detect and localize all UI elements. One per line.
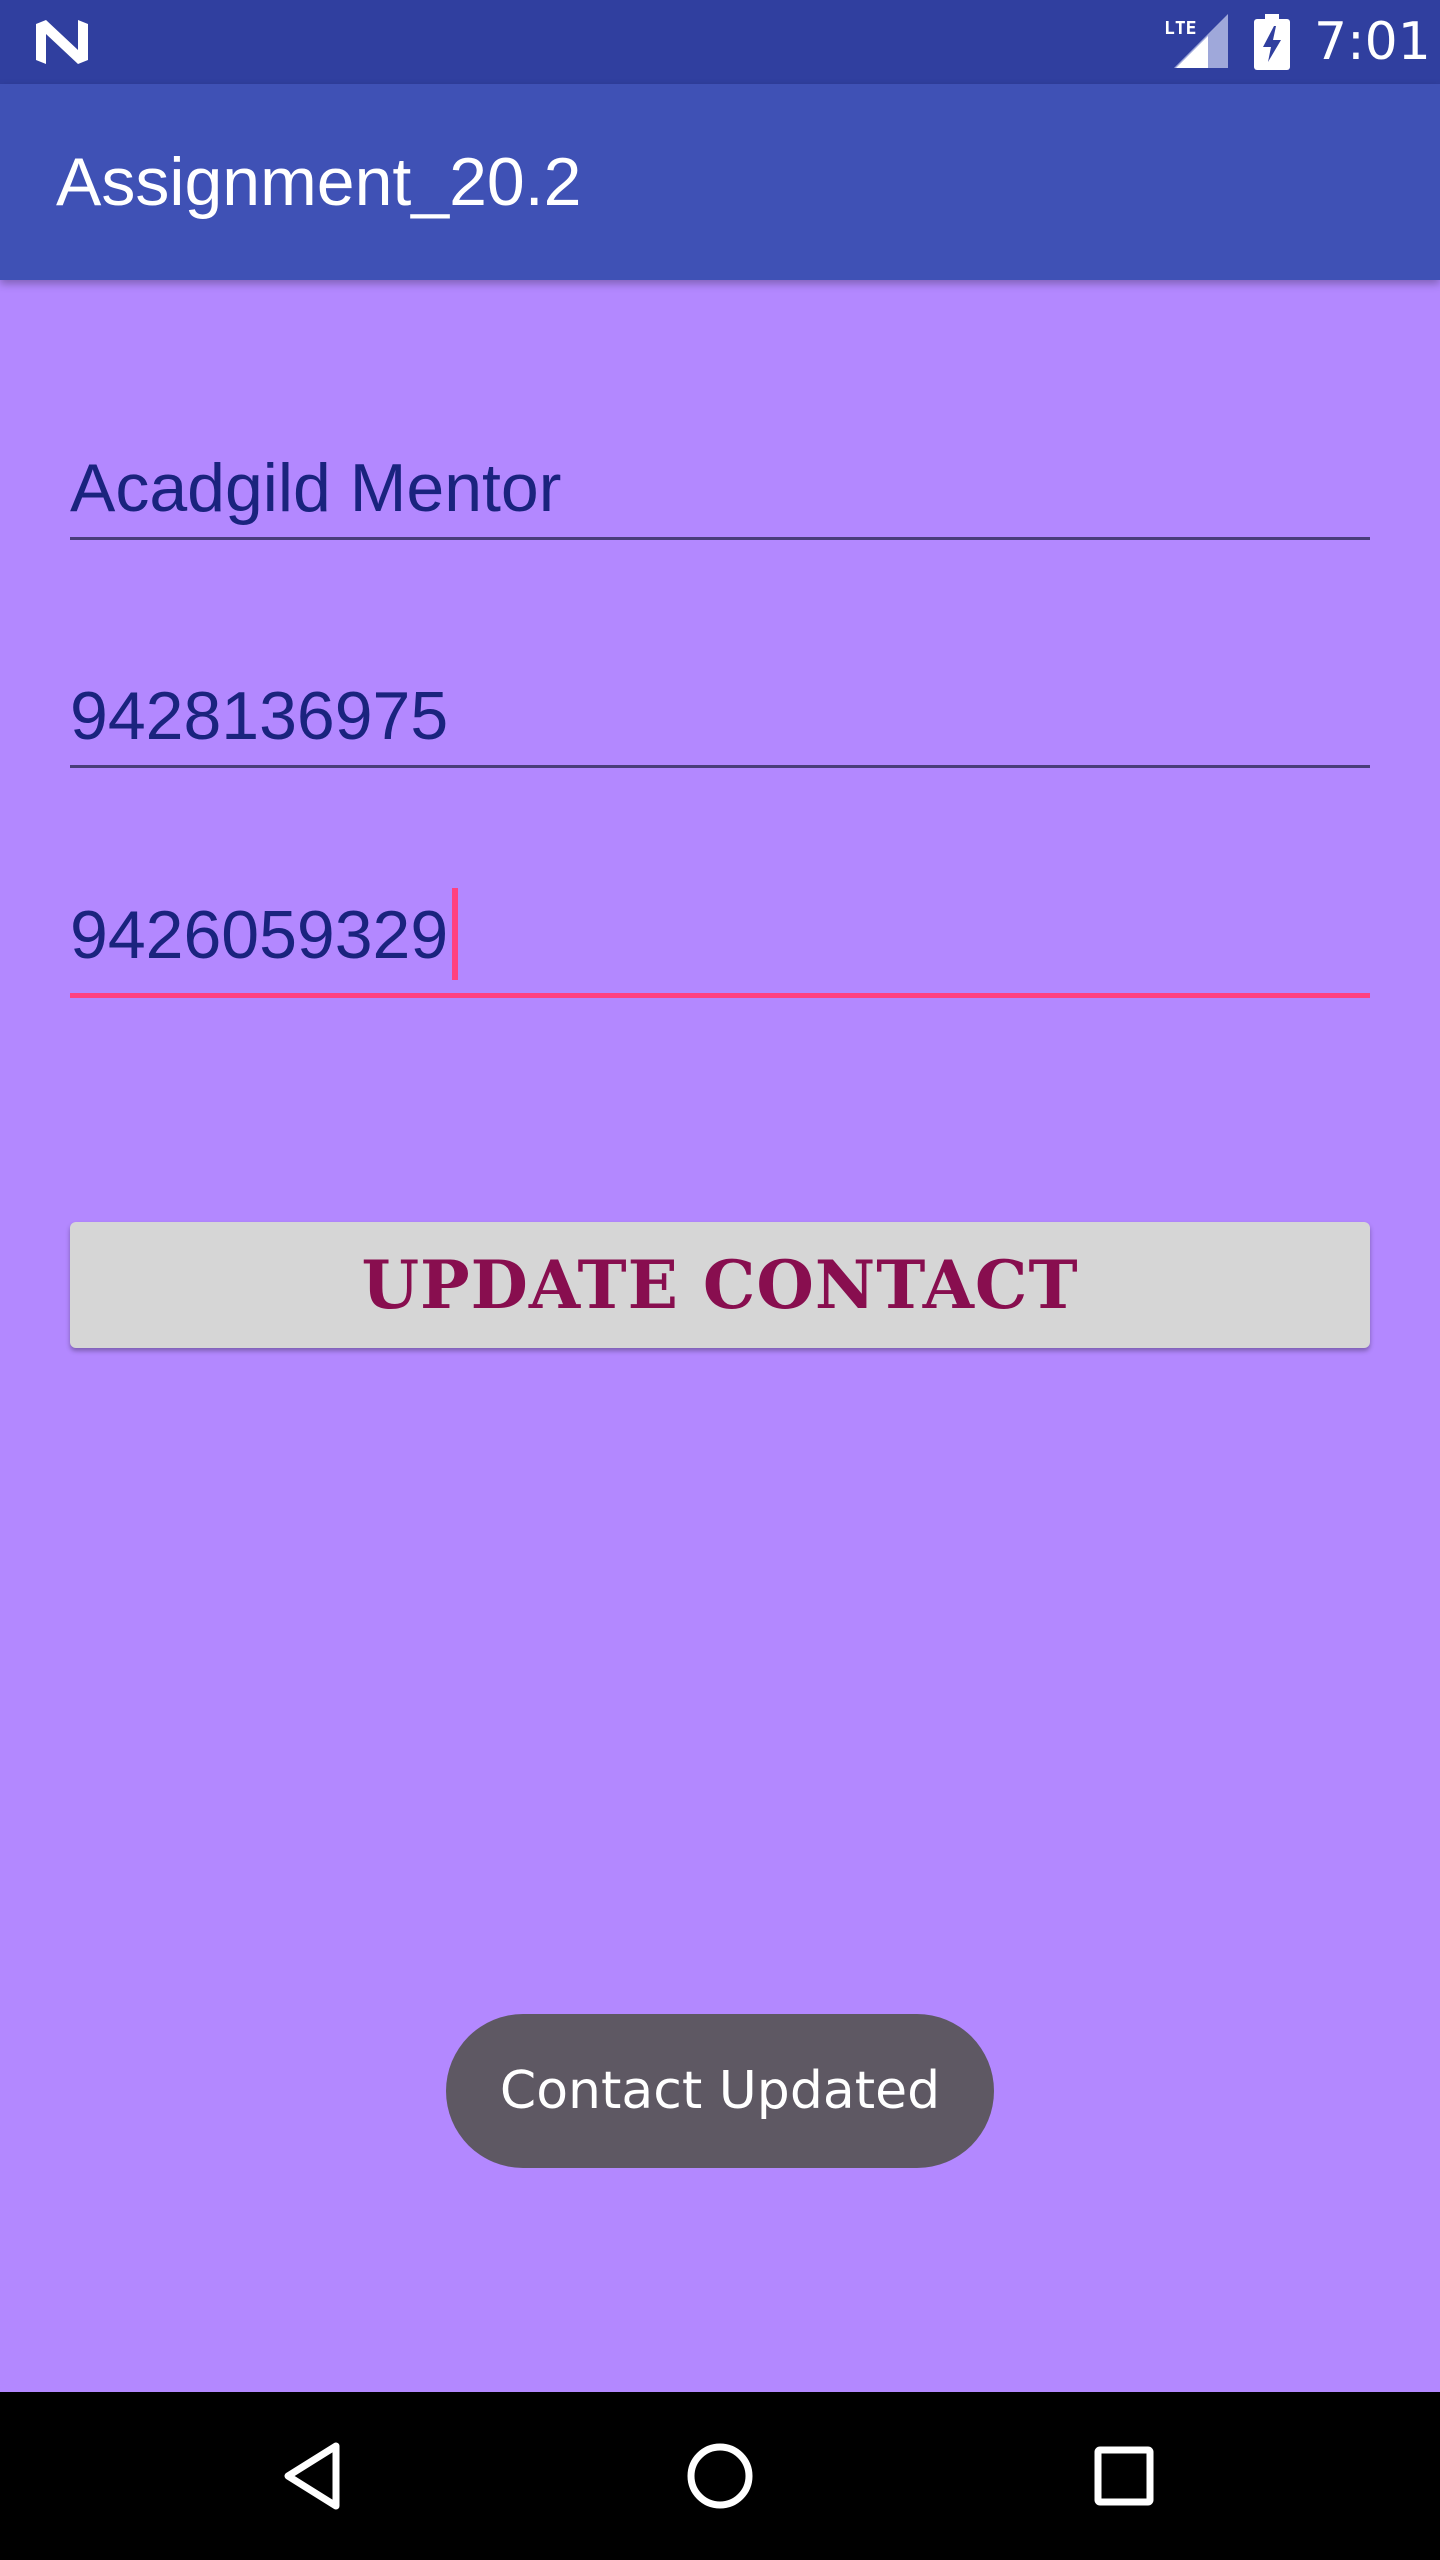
status-clock: 7:01 [1314,12,1431,72]
text-cursor [452,888,459,980]
update-contact-button[interactable]: UPDATE CONTACT [70,1222,1370,1348]
phone-field-2-wrapper[interactable]: 9426059329 [70,888,459,986]
name-field-value[interactable]: Acadgild Mentor [70,448,561,528]
n-logo-icon [36,20,88,64]
phone-field-1[interactable]: 9428136975 [70,658,1370,768]
lte-signal-icon: LTE [1164,14,1228,68]
name-field-underline [70,537,1370,540]
phone-field-1-underline [70,765,1370,768]
toast-message: Contact Updated [446,2014,994,2168]
battery-charging-icon [1254,14,1290,70]
app-bar: Assignment_20.2 [0,84,1440,280]
phone-field-1-value[interactable]: 9428136975 [70,676,448,756]
name-field[interactable]: Acadgild Mentor [70,430,1370,540]
recents-icon[interactable] [1074,2426,1174,2526]
svg-text:LTE: LTE [1164,18,1197,39]
page-title: Assignment_20.2 [56,144,582,220]
phone-field-2[interactable]: 9426059329 [70,888,1370,998]
back-icon[interactable] [266,2426,366,2526]
navigation-bar [0,2392,1440,2560]
phone-field-2-value[interactable]: 9426059329 [70,897,448,973]
home-icon[interactable] [670,2426,770,2526]
phone-field-2-underline [70,993,1370,998]
status-bar: LTE 7:01 [0,0,1440,84]
